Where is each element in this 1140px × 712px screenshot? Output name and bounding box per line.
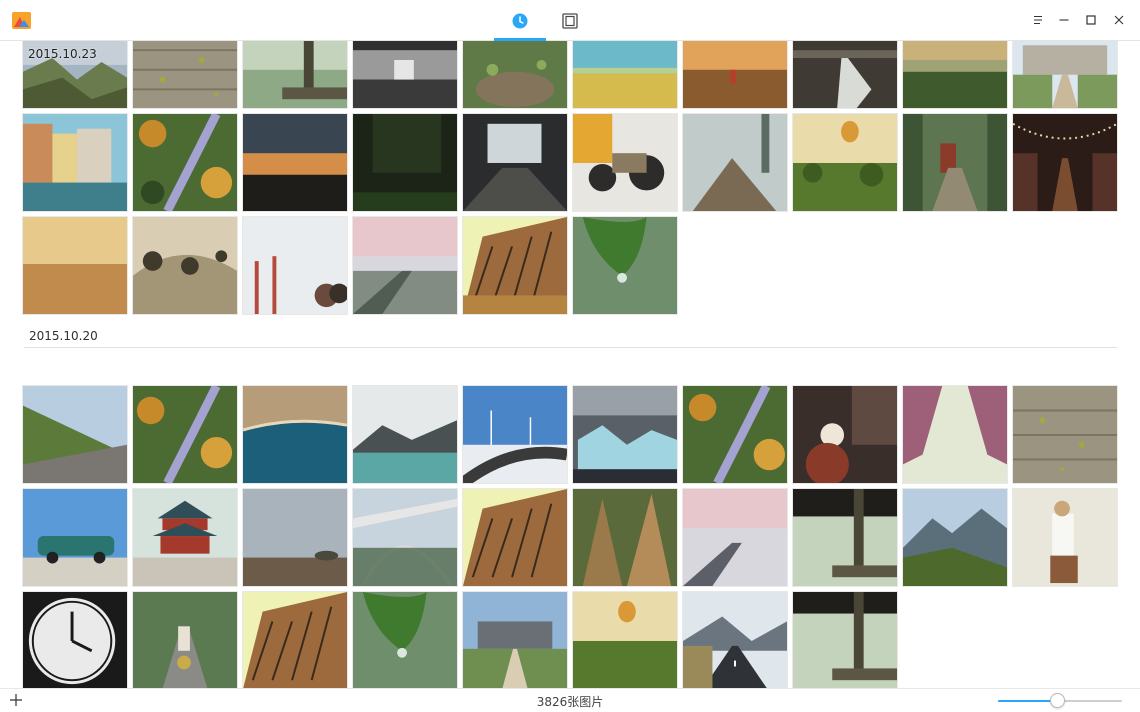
minimize-button[interactable] [1054,10,1074,30]
photo-thumbnail[interactable] [902,41,1008,109]
minimize-icon [1059,19,1069,21]
photo-thumbnail[interactable] [682,41,788,109]
photo-thumbnail[interactable] [682,385,788,484]
photo-thumbnail[interactable] [682,113,788,212]
titlebar [0,0,1140,41]
photo-thumbnail[interactable] [352,385,458,484]
section-date-label: 2015.10.20 [29,329,98,343]
photo-thumbnail[interactable] [242,488,348,587]
photo-thumbnail[interactable] [242,41,348,109]
photo-thumbnail[interactable] [682,591,788,688]
photo-thumbnail[interactable] [572,216,678,315]
photo-thumbnail[interactable] [572,41,678,109]
photo-thumbnail[interactable] [462,113,568,212]
photo-thumbnail[interactable] [682,488,788,587]
photo-thumbnail[interactable] [462,216,568,315]
section-divider [24,347,1117,348]
photo-thumbnail[interactable] [1012,488,1118,587]
album-window: 2015.10.23 2015.10.20 3826张图片 [0,0,1140,712]
photo-thumbnail[interactable] [22,488,128,587]
photo-thumbnail[interactable] [462,591,568,688]
section-date-label: 2015.10.23 [28,47,97,61]
photo-thumbnail[interactable] [22,591,128,688]
photo-thumbnail[interactable] [132,41,238,109]
photo-thumbnail[interactable] [902,488,1008,587]
photo-thumbnail[interactable] [22,385,128,484]
tab-timeline[interactable] [494,0,546,41]
photo-thumbnail[interactable] [792,113,898,212]
photo-thumbnail[interactable] [1012,41,1118,109]
photo-thumbnail[interactable] [792,385,898,484]
maximize-icon [1086,15,1096,25]
photo-thumbnail[interactable] [352,488,458,587]
photo-thumbnail[interactable] [572,591,678,688]
status-bar: 3826张图片 [0,688,1140,712]
photo-thumbnail[interactable] [1012,113,1118,212]
maximize-button[interactable] [1081,10,1101,30]
photo-thumbnail[interactable] [352,41,458,109]
photo-thumbnail[interactable] [352,591,458,688]
photo-thumbnail[interactable] [462,488,568,587]
photo-thumbnail[interactable] [572,113,678,212]
photo-thumbnail[interactable] [242,113,348,212]
photo-thumbnail[interactable] [132,488,238,587]
photo-thumbnail[interactable] [22,216,128,315]
photo-thumbnail[interactable] [352,216,458,315]
photo-thumbnail[interactable] [352,113,458,212]
photo-thumbnail[interactable] [792,41,898,109]
clock-icon [512,13,528,28]
photo-thumbnail[interactable] [132,385,238,484]
photo-thumbnail[interactable] [572,385,678,484]
photo-thumbnail[interactable] [242,216,348,315]
album-icon [562,12,578,29]
photo-count-label: 3826张图片 [536,695,604,709]
photo-thumbnail[interactable] [1012,385,1118,484]
photo-thumbnail[interactable] [462,385,568,484]
photo-thumbnail[interactable] [902,113,1008,212]
zoom-slider-handle[interactable] [1050,693,1065,708]
menu-button[interactable] [1028,10,1048,30]
photo-thumbnail[interactable] [792,591,898,688]
menu-icon [1034,15,1042,25]
zoom-slider-fill [998,700,1058,702]
tab-albums[interactable] [544,0,596,41]
app-logo-icon [12,12,31,29]
close-button[interactable] [1109,10,1129,30]
zoom-slider[interactable] [998,693,1122,709]
photo-thumbnail[interactable] [902,385,1008,484]
photo-thumbnail[interactable] [242,591,348,688]
photo-thumbnail[interactable] [792,488,898,587]
close-icon [1114,15,1124,25]
photo-thumbnail[interactable] [462,41,568,109]
timeline-view[interactable]: 2015.10.23 2015.10.20 [0,41,1140,688]
photo-thumbnail[interactable] [132,591,238,688]
photo-thumbnail[interactable] [22,113,128,212]
photo-thumbnail[interactable] [242,385,348,484]
photo-thumbnail[interactable] [572,488,678,587]
photo-thumbnail[interactable] [132,113,238,212]
photo-thumbnail[interactable] [132,216,238,315]
